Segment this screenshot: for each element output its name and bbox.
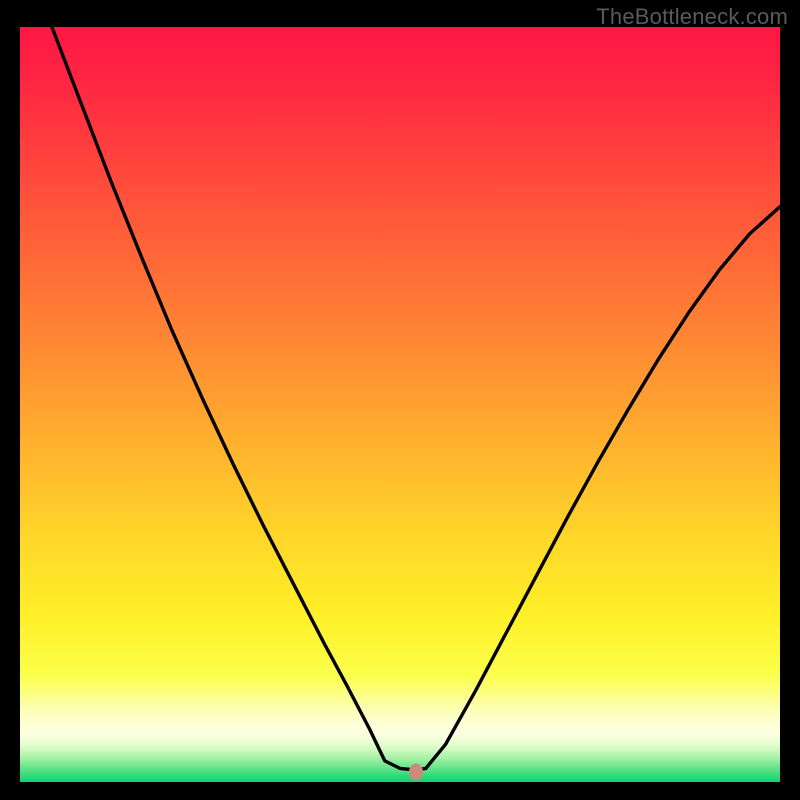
chart-svg xyxy=(20,27,780,782)
optimal-point-marker xyxy=(409,764,423,781)
chart-container: TheBottleneck.com xyxy=(0,0,800,800)
gradient-background xyxy=(20,27,780,782)
watermark-text: TheBottleneck.com xyxy=(596,4,788,30)
plot-area xyxy=(20,27,780,782)
